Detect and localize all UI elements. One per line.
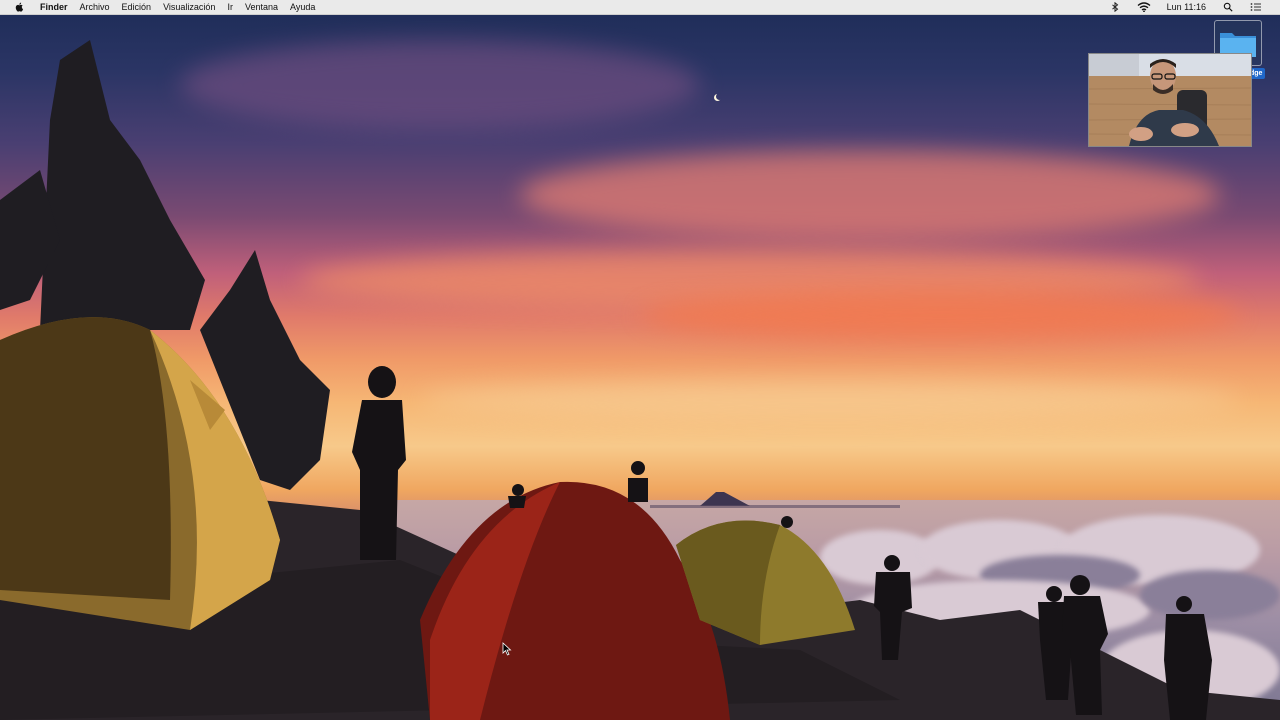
bluetooth-icon[interactable] xyxy=(1109,2,1121,12)
apple-logo-icon[interactable] xyxy=(14,2,24,12)
desktop-wallpaper: Finder Archivo Edición Visualización Ir … xyxy=(0,0,1280,720)
mouse-cursor-icon xyxy=(502,642,512,656)
spotlight-search-icon[interactable] xyxy=(1222,2,1234,12)
menu-app-finder[interactable]: Finder xyxy=(34,0,74,14)
wifi-icon[interactable] xyxy=(1137,2,1151,12)
notification-center-icon[interactable] xyxy=(1250,2,1262,12)
menu-visualizacion[interactable]: Visualización xyxy=(157,0,221,14)
menu-bar: Finder Archivo Edición Visualización Ir … xyxy=(0,0,1280,15)
menu-edicion[interactable]: Edición xyxy=(116,0,158,14)
webcam-person-image xyxy=(1089,54,1251,146)
menu-ir[interactable]: Ir xyxy=(221,0,239,14)
menu-ayuda[interactable]: Ayuda xyxy=(284,0,321,14)
menu-clock[interactable]: Lun 11:16 xyxy=(1167,0,1206,14)
menu-ventana[interactable]: Ventana xyxy=(239,0,284,14)
webcam-overlay xyxy=(1088,53,1252,147)
menu-archivo[interactable]: Archivo xyxy=(74,0,116,14)
